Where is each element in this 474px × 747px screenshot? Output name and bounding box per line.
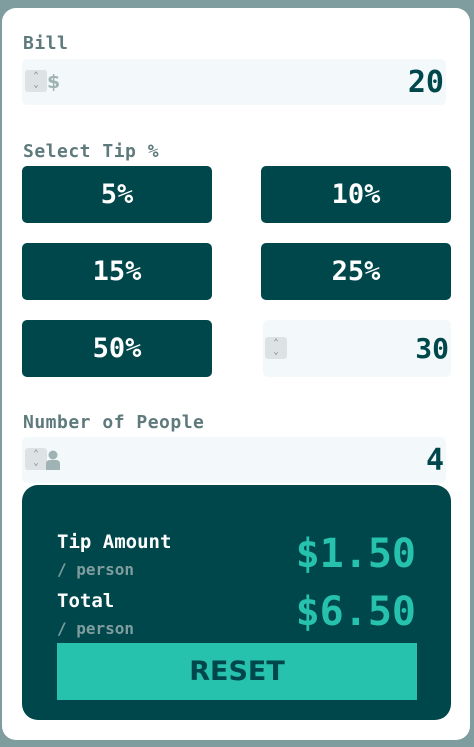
people-spinner[interactable]: ⌃ ⌄ [25, 448, 47, 470]
tip-label: Select Tip % [23, 141, 160, 162]
results-panel: Tip Amount / person $1.50 Total / person… [22, 485, 451, 720]
person-icon [46, 450, 60, 475]
total-sub: / person [57, 619, 135, 638]
bill-input[interactable]: ⌃ ⌄ $ 20 [22, 59, 446, 105]
tip-15-button[interactable]: 15% [22, 243, 212, 300]
tip-50-button[interactable]: 50% [22, 320, 212, 377]
total-label: Total [57, 590, 115, 612]
dollar-icon: $ [47, 71, 61, 93]
people-value: 4 [425, 443, 444, 478]
bill-value: 20 [407, 65, 444, 100]
custom-tip-spinner[interactable]: ⌃ ⌄ [265, 337, 287, 359]
reset-button[interactable]: RESET [57, 643, 417, 700]
custom-tip-input[interactable]: ⌃ ⌄ 30 [263, 320, 451, 377]
people-label: Number of People [23, 412, 205, 433]
tip-amount-sub: / person [57, 560, 135, 579]
tip-25-button[interactable]: 25% [261, 243, 451, 300]
bill-spinner[interactable]: ⌃ ⌄ [25, 70, 47, 92]
custom-tip-value: 30 [415, 332, 449, 365]
tip-10-button[interactable]: 10% [261, 166, 451, 223]
tip-amount-value: $1.50 [295, 531, 416, 577]
total-value: $6.50 [295, 589, 416, 635]
people-input[interactable]: ⌃ ⌄ 4 [22, 437, 446, 483]
tip-5-button[interactable]: 5% [22, 166, 212, 223]
tip-amount-label: Tip Amount [57, 531, 172, 553]
bill-label: Bill [23, 33, 69, 54]
